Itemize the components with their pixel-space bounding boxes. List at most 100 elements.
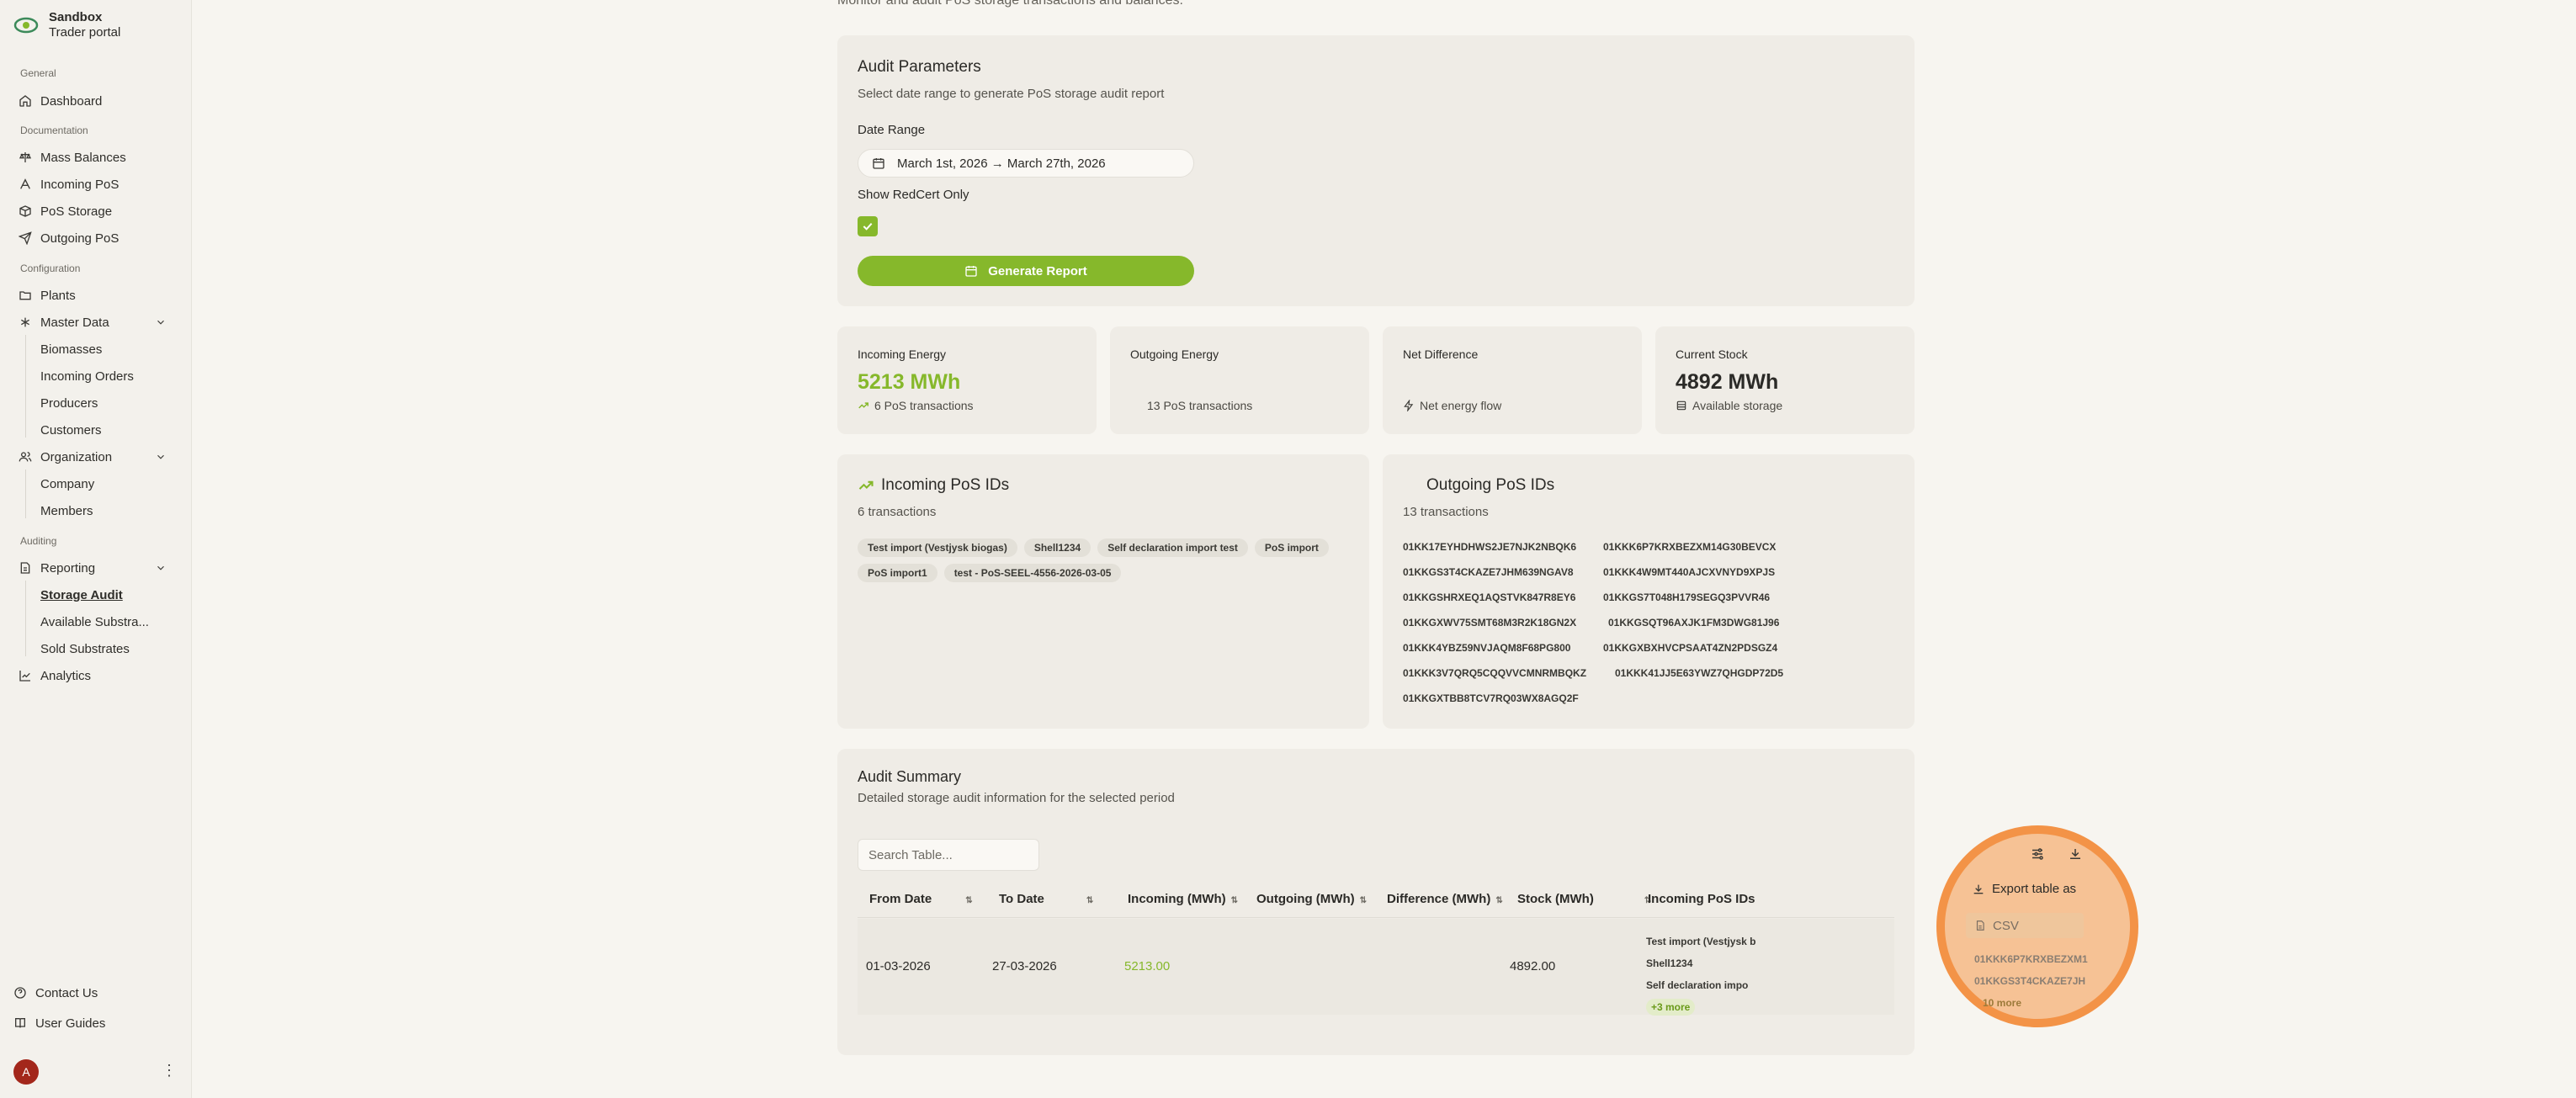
help-circle-icon [14, 987, 26, 999]
transaction-count: 6 transactions [858, 505, 937, 519]
pos-id-tag: PoS import1 [858, 564, 937, 582]
chevron-down-icon[interactable] [155, 451, 167, 463]
submenu-line [25, 581, 26, 656]
search-input[interactable]: Search Table... [858, 839, 1039, 871]
column-header[interactable]: Difference (MWh) ⇅ [1387, 892, 1503, 906]
column-header[interactable]: To Date ⇅ [999, 892, 1093, 906]
cell-from-date: 01-03-2026 [866, 959, 931, 973]
pos-id: 01KKGXWV75SMT68M3R2K18GN2X [1403, 617, 1577, 629]
submenu-line [25, 469, 26, 518]
sidebar-item-company[interactable]: Company [40, 474, 94, 494]
card-title: Outgoing PoS IDs [1426, 476, 1555, 494]
more-badge[interactable]: 10 more [1983, 992, 2088, 1014]
main-content: Monitor and audit PoS storage transactio… [194, 0, 2576, 1098]
box-icon [19, 205, 31, 217]
sidebar-item-members[interactable]: Members [40, 501, 93, 521]
stat-value: 4892 MWh [1676, 370, 1779, 394]
generate-report-button[interactable]: Generate Report [858, 256, 1194, 286]
column-header[interactable]: Incoming (MWh) ⇅ [1128, 892, 1238, 906]
brand[interactable]: Sandbox Trader portal [12, 10, 120, 40]
sidebar-item-label: Contact Us [35, 985, 98, 1000]
brand-subtitle: Trader portal [49, 25, 121, 40]
sidebar-item-contact-us[interactable]: Contact Us [13, 983, 98, 1003]
export-icon [1973, 884, 1984, 894]
more-options-icon[interactable]: ⋮ [162, 1062, 177, 1079]
card-description: Detailed storage audit information for t… [858, 791, 1175, 805]
outgoing-pos-ids-card: Outgoing PoS IDs 13 transactions 01KK17E… [1383, 454, 1915, 729]
sidebar-item-master-data[interactable]: Master Data [19, 312, 109, 332]
avatar[interactable]: A [13, 1059, 39, 1085]
card-title: Audit Summary [858, 768, 962, 785]
cell-outgoing-ids: 01KKK6P7KRXBEZXM1 01KKGS3T4CKAZE7JH 10 m… [1974, 948, 2088, 1014]
date-range-picker[interactable]: March 1st, 2026 → March 27th, 2026 [858, 149, 1194, 178]
pos-id: Shell1234 [1646, 957, 1693, 969]
chevron-down-icon[interactable] [155, 562, 167, 574]
sidebar-item-user-guides[interactable]: User Guides [13, 1013, 105, 1033]
section-general: General [20, 67, 56, 79]
sidebar-item-biomasses[interactable]: Biomasses [40, 339, 102, 359]
chevron-down-icon[interactable] [155, 316, 167, 328]
sort-icon: ⇅ [1359, 896, 1368, 905]
generate-report-label: Generate Report [988, 263, 1087, 278]
stat-net-difference: Net Difference Net energy flow [1383, 326, 1642, 434]
pos-id: 01KKGS3T4CKAZE7JH [1974, 975, 2086, 987]
users-icon [19, 452, 32, 462]
table-row[interactable]: 01-03-2026 27-03-2026 5213.00 4892.00 Te… [858, 919, 1894, 1018]
sidebar-item-available-substrates[interactable]: Available Substra... [40, 612, 149, 632]
column-header[interactable]: Incoming PoS IDs [1648, 892, 1755, 906]
sidebar-item-outgoing-pos[interactable]: Outgoing PoS [19, 228, 119, 248]
sidebar-item-organization[interactable]: Organization [19, 447, 112, 467]
sidebar-item-pos-storage[interactable]: PoS Storage [19, 201, 112, 221]
sidebar-item-analytics[interactable]: Analytics [19, 666, 91, 686]
sidebar-item-label: Outgoing PoS [40, 231, 120, 246]
column-header[interactable]: From Date ⇅ [869, 892, 973, 906]
report-icon [20, 562, 30, 574]
scale-icon [19, 152, 32, 162]
sidebar-item-incoming-pos[interactable]: Incoming PoS [19, 174, 119, 194]
pos-id: 01KKK6P7KRXBEZXM1 [1974, 953, 2088, 965]
sidebar-item-sold-substrates[interactable]: Sold Substrates [40, 639, 130, 659]
pos-id: 01KKGSHRXEQ1AQSTVK847R8EY6 [1403, 591, 1576, 603]
trending-up-icon [858, 402, 868, 409]
sidebar-item-label: Plants [40, 288, 76, 303]
sidebar-item-incoming-orders[interactable]: Incoming Orders [40, 366, 134, 386]
card-title: Incoming PoS IDs [881, 476, 1010, 494]
send-icon [19, 231, 32, 245]
redcert-label: Show RedCert Only [858, 188, 969, 202]
download-icon[interactable] [2068, 846, 2083, 862]
sidebar-item-reporting[interactable]: Reporting [19, 558, 95, 578]
stat-label: Outgoing Energy [1130, 347, 1219, 361]
pos-id: 01KKK4YBZ59NVJAQM8F68PG800 [1403, 642, 1571, 654]
sidebar-item-mass-balances[interactable]: Mass Balances [19, 147, 126, 167]
pos-id-tag: Self declaration import test [1097, 538, 1248, 557]
section-documentation: Documentation [20, 125, 88, 136]
sidebar-item-producers[interactable]: Producers [40, 393, 98, 413]
column-header[interactable]: Stock (MWh) ⇅ [1517, 892, 1651, 906]
sidebar-item-customers[interactable]: Customers [40, 420, 102, 440]
pos-id: 01KKK41JJ5E63YWZ7QHGDP72D5 [1615, 667, 1784, 679]
section-configuration: Configuration [20, 263, 81, 274]
sidebar-item-dashboard[interactable]: Dashboard [19, 91, 102, 111]
chart-icon [19, 671, 30, 682]
trending-up-icon [858, 480, 874, 490]
date-range-value: March 1st, 2026 → March 27th, 2026 [897, 156, 1106, 171]
redcert-checkbox[interactable] [858, 216, 878, 236]
sidebar-item-storage-audit[interactable]: Storage Audit [40, 585, 123, 605]
columns-settings-icon[interactable] [2030, 846, 2045, 862]
cell-incoming-ids: Test import (Vestjysk b Shell1234 Self d… [1646, 931, 1755, 1018]
folder-icon [19, 291, 31, 300]
pos-id: 01KKGSQT96AXJK1FM3DWG81J96 [1608, 617, 1780, 629]
stat-footnote: Net energy flow [1420, 399, 1502, 412]
column-header[interactable]: Outgoing (MWh) ⇅ [1256, 892, 1367, 906]
more-badge[interactable]: +3 more [1646, 999, 1696, 1016]
stat-value: 5213 MWh [858, 370, 961, 394]
stat-label: Net Difference [1403, 347, 1479, 361]
stat-label: Incoming Energy [858, 347, 947, 361]
cell-stock: 4892.00 [1510, 959, 1556, 973]
pos-id: 01KKGS3T4CKAZE7JHM639NGAV8 [1403, 566, 1574, 578]
export-menu-title: Export table as [1972, 882, 2076, 896]
export-csv-option[interactable]: CSV [1966, 913, 2084, 938]
file-icon [1976, 920, 1984, 931]
sidebar-item-label: PoS Storage [40, 204, 113, 219]
sidebar-item-plants[interactable]: Plants [19, 285, 76, 305]
